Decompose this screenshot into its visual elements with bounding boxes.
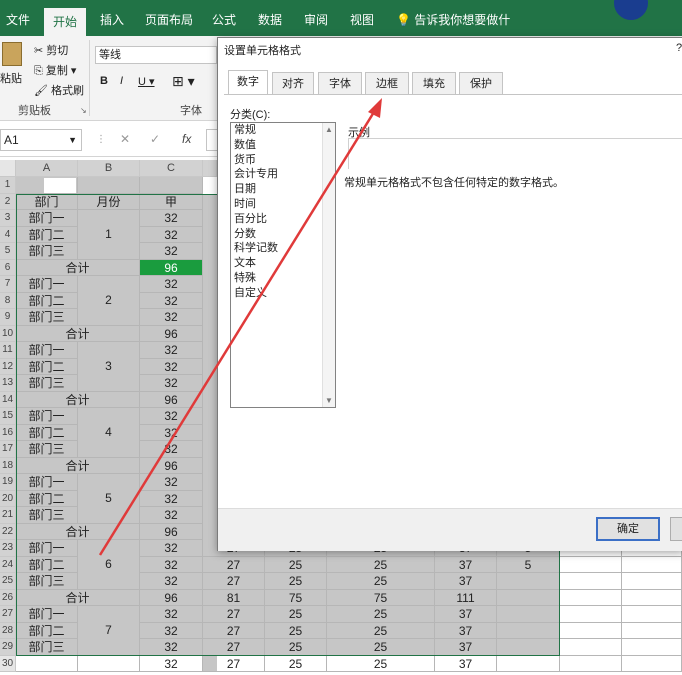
- arrow-shaft: [98, 111, 376, 556]
- arrow-head: [368, 98, 382, 118]
- annotation-arrow: [98, 98, 382, 556]
